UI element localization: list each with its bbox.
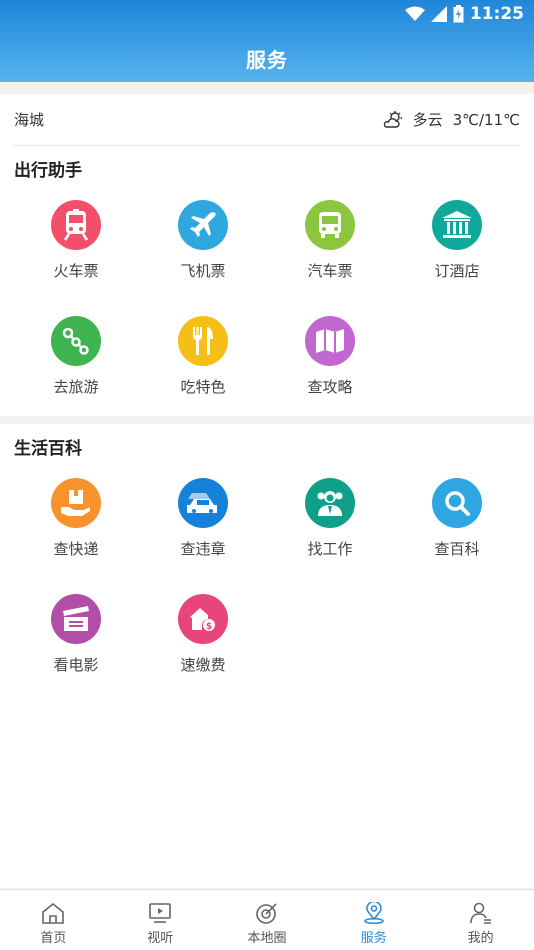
radar-icon: [256, 903, 277, 924]
tab-home[interactable]: 首页: [0, 890, 107, 950]
car-icon: [178, 478, 228, 528]
service-train[interactable]: 火车票: [21, 200, 131, 281]
service-food[interactable]: 吃特色: [148, 316, 258, 397]
app-header: 11:25 服务: [0, 0, 534, 82]
service-label: 火车票: [53, 262, 99, 280]
tv-icon: [149, 903, 171, 923]
service-label: 订酒店: [434, 262, 480, 280]
tab-label: 我的: [467, 931, 494, 946]
signal-icon: [430, 6, 447, 22]
bottom-tab-bar: 首页 视听 本地圈 服务 我的: [0, 889, 534, 950]
service-hotel[interactable]: 订酒店: [402, 200, 512, 281]
city-label: 海城: [14, 111, 45, 129]
clapper-icon: [51, 594, 101, 644]
travel-card: 海城 多云 3℃/11℃ 出行助手 火车票 飞机票 汽车票 订酒店 去旅游 吃特…: [0, 94, 534, 416]
section-title-life: 生活百科: [14, 439, 82, 459]
service-bus[interactable]: 汽车票: [275, 200, 385, 281]
service-flight[interactable]: 飞机票: [148, 200, 258, 281]
service-label: 查攻略: [307, 378, 353, 396]
service-label: 查快递: [53, 540, 99, 558]
tab-local[interactable]: 本地圈: [214, 890, 321, 950]
train-icon: [51, 200, 101, 250]
service-label: 找工作: [307, 540, 353, 558]
tab-label: 服务: [360, 931, 387, 946]
wifi-icon: [404, 6, 425, 21]
service-wiki[interactable]: 查百科: [402, 478, 512, 559]
battery-icon: [453, 5, 464, 23]
service-label: 吃特色: [180, 378, 226, 396]
cloudy-icon: [383, 110, 402, 128]
life-card: 生活百科 查快递 查违章 找工作 查百科 看电影 $ 速缴费: [0, 424, 534, 888]
status-bar: 11:25: [404, 4, 524, 24]
service-label: 速缴费: [180, 656, 226, 674]
tab-mine[interactable]: 我的: [427, 890, 534, 950]
map-icon: [305, 316, 355, 366]
service-jobs[interactable]: 找工作: [275, 478, 385, 559]
package-icon: [51, 478, 101, 528]
tab-service[interactable]: 服务: [320, 890, 427, 950]
airplane-icon: [178, 200, 228, 250]
service-violation[interactable]: 查违章: [148, 478, 258, 559]
route-icon: [51, 316, 101, 366]
section-title-travel: 出行助手: [14, 161, 82, 181]
service-payment[interactable]: $ 速缴费: [148, 594, 258, 675]
food-icon: [178, 316, 228, 366]
user-icon: [469, 902, 491, 924]
status-time: 11:25: [469, 4, 524, 24]
hotel-icon: [432, 200, 482, 250]
tab-label: 视听: [147, 931, 174, 946]
page-title: 服务: [246, 48, 288, 72]
payment-icon: $: [178, 594, 228, 644]
tab-label: 本地圈: [247, 931, 287, 946]
service-label: 查违章: [180, 540, 226, 558]
weather-bar[interactable]: 海城 多云 3℃/11℃: [14, 94, 520, 146]
svg-text:$: $: [206, 622, 212, 632]
weather-temperature: 3℃/11℃: [452, 110, 520, 129]
service-travel[interactable]: 去旅游: [21, 316, 131, 397]
service-label: 飞机票: [180, 262, 226, 280]
service-label: 汽车票: [307, 262, 353, 280]
service-label: 看电影: [53, 656, 99, 674]
people-icon: [305, 478, 355, 528]
search-icon: [432, 478, 482, 528]
tab-label: 首页: [40, 931, 67, 946]
location-icon: [363, 902, 384, 924]
weather-condition: 多云: [412, 111, 443, 129]
service-label: 去旅游: [53, 378, 99, 396]
bus-icon: [305, 200, 355, 250]
service-guide[interactable]: 查攻略: [275, 316, 385, 397]
service-express[interactable]: 查快递: [21, 478, 131, 559]
service-movie[interactable]: 看电影: [21, 594, 131, 675]
home-icon: [42, 902, 65, 924]
tab-media[interactable]: 视听: [107, 890, 214, 950]
service-label: 查百科: [434, 540, 480, 558]
